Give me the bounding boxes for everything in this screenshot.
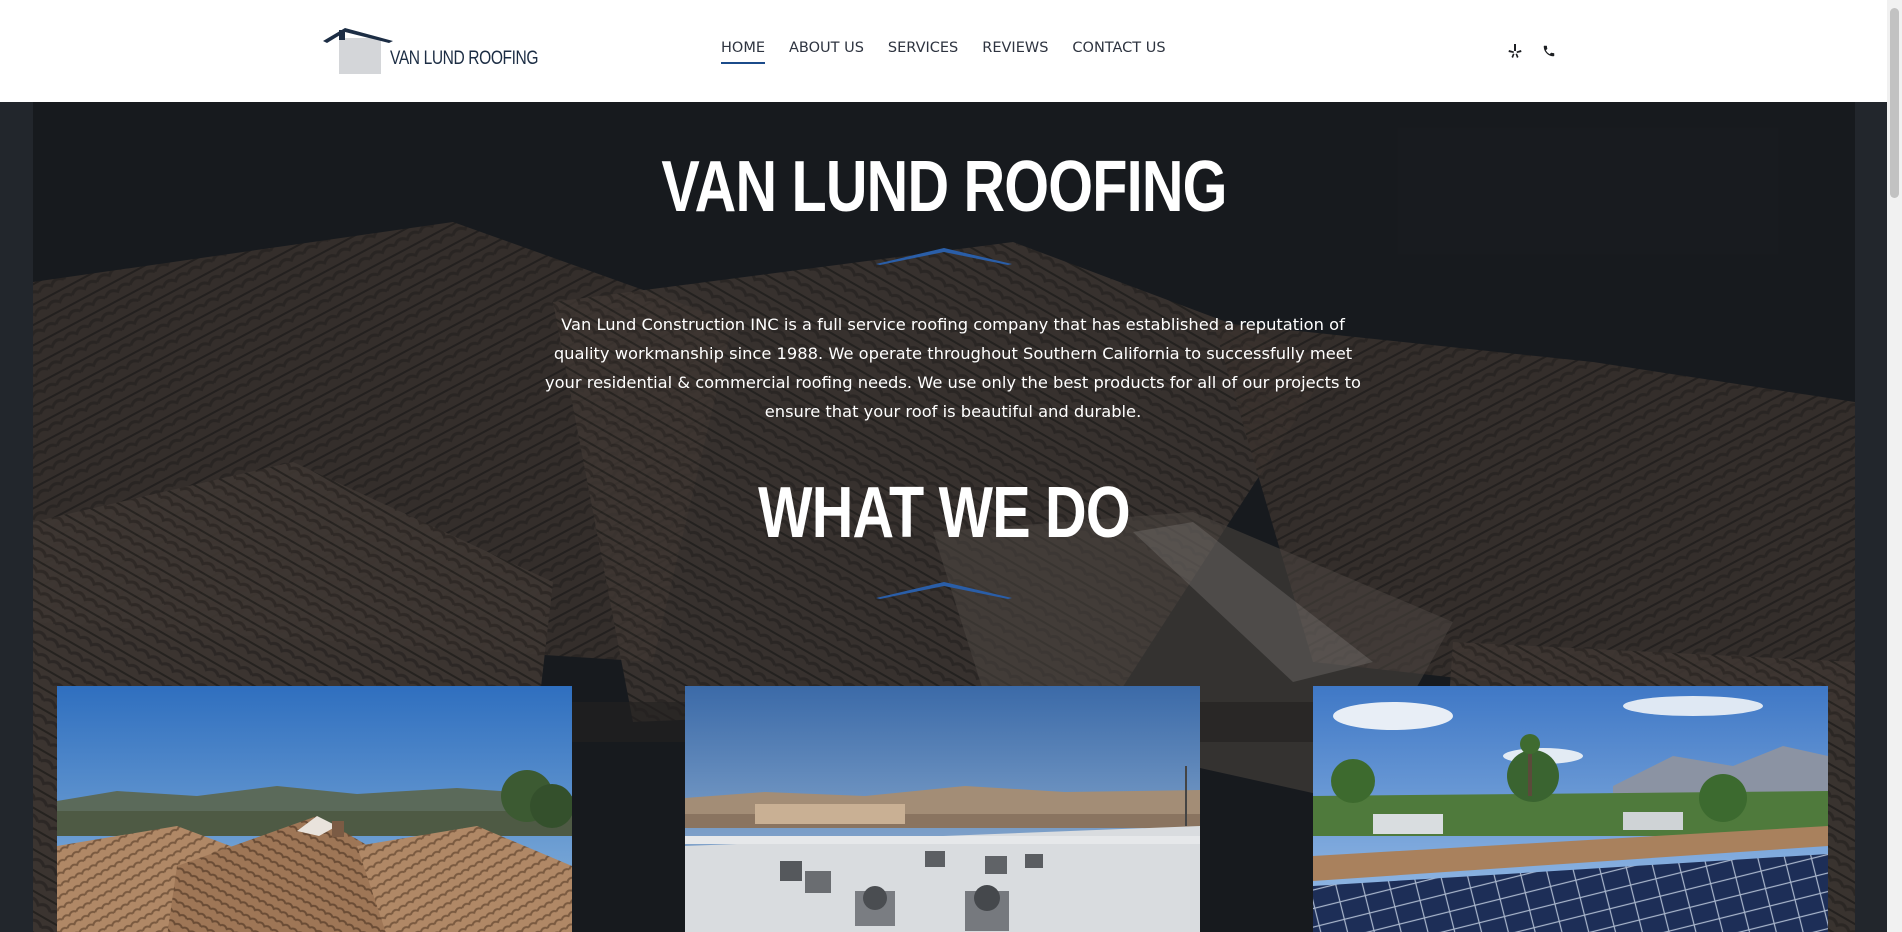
nav-home[interactable]: HOME <box>721 40 765 64</box>
what-we-do-title: WHAT WE DO <box>758 473 1130 553</box>
site-logo[interactable]: VAN LUND ROOFING <box>323 26 539 76</box>
site-header: VAN LUND ROOFING HOME ABOUT US SERVICES … <box>0 0 1887 102</box>
service-card-solar[interactable] <box>1313 686 1828 932</box>
commercial-flat-roof-photo <box>685 686 1200 932</box>
main-nav: HOME ABOUT US SERVICES REVIEWS CONTACT U… <box>721 40 1166 64</box>
phone-icon[interactable] <box>1540 42 1558 60</box>
page-scrollbar[interactable] <box>1887 0 1902 932</box>
nav-about-us[interactable]: ABOUT US <box>789 40 864 56</box>
tile-roof-photo <box>57 686 572 932</box>
nav-reviews[interactable]: REVIEWS <box>982 40 1048 56</box>
chevron-divider-icon <box>876 248 1012 265</box>
solar-panel-roof-photo <box>1313 686 1828 932</box>
scrollbar-thumb[interactable] <box>1890 8 1899 198</box>
house-logo-icon <box>323 28 393 74</box>
hero-section: VAN LUND ROOFING Van Lund Construction I… <box>33 102 1855 932</box>
hero-description: Van Lund Construction INC is a full serv… <box>544 315 1362 421</box>
logo-text: VAN LUND ROOFING <box>390 48 539 69</box>
yelp-icon[interactable] <box>1506 42 1524 60</box>
nav-services[interactable]: SERVICES <box>888 40 958 56</box>
header-social-icons <box>1506 42 1558 60</box>
service-card-commercial-roof[interactable] <box>685 686 1200 932</box>
nav-contact-us[interactable]: CONTACT US <box>1072 40 1165 56</box>
chevron-divider-icon <box>876 582 1012 599</box>
hero-title: VAN LUND ROOFING <box>661 147 1227 227</box>
service-card-tile-roof[interactable] <box>57 686 572 932</box>
